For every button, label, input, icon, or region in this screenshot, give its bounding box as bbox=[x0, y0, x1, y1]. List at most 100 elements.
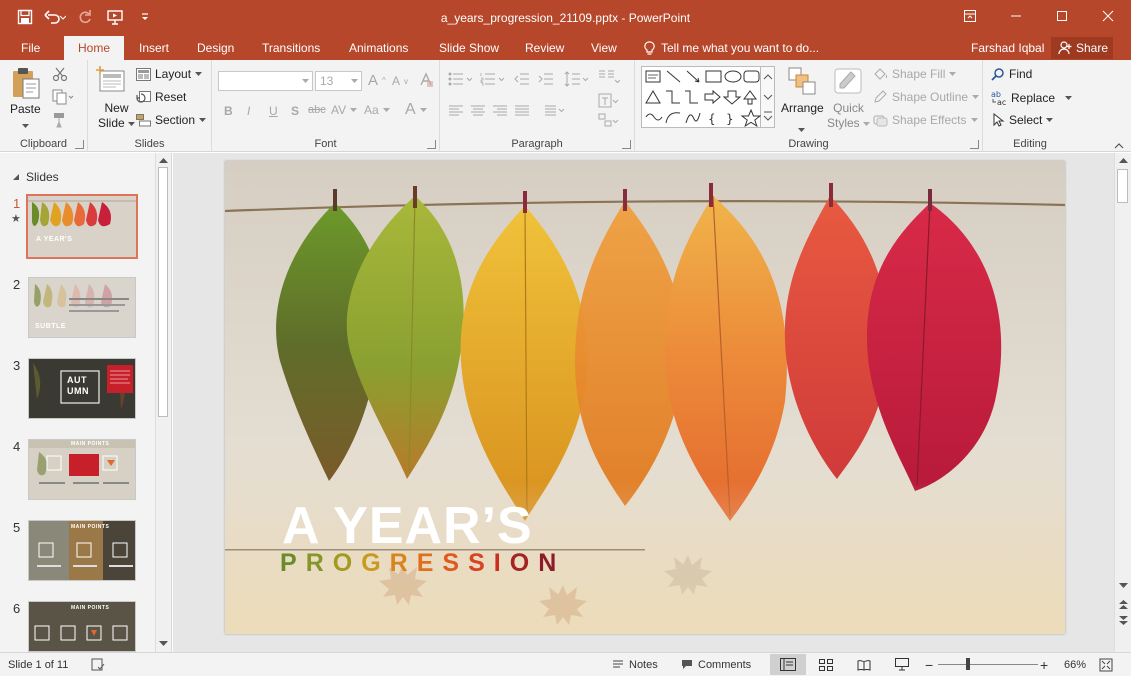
align-columns-icon[interactable] bbox=[544, 105, 568, 120]
shape-outline-button[interactable]: Shape Outline bbox=[873, 90, 980, 104]
font-color-button[interactable]: A bbox=[405, 101, 427, 119]
arrange-dropdown-icon[interactable] bbox=[798, 122, 805, 136]
arrange-icon[interactable] bbox=[787, 66, 817, 99]
copy-icon[interactable] bbox=[52, 89, 74, 108]
scroll-down-icon[interactable] bbox=[159, 641, 168, 647]
slide-thumbnail-row[interactable]: 1 ★ A YEAR'S bbox=[0, 194, 160, 262]
spelling-check-icon[interactable] bbox=[91, 653, 105, 676]
slide-thumbnail[interactable]: SUBTLE bbox=[28, 277, 136, 338]
character-spacing-button[interactable]: AV bbox=[331, 103, 358, 117]
arrange-button[interactable]: Arrange bbox=[781, 101, 824, 116]
shape-fill-button[interactable]: Shape Fill bbox=[873, 67, 957, 81]
slide-show-view-button[interactable] bbox=[884, 654, 920, 675]
close-icon[interactable] bbox=[1085, 0, 1131, 32]
comments-button[interactable]: Comments bbox=[681, 653, 751, 676]
strikethrough-button[interactable]: abc bbox=[308, 104, 326, 116]
next-slide-icon[interactable] bbox=[1119, 615, 1128, 626]
align-left-icon[interactable] bbox=[448, 105, 464, 120]
slide-thumbnail-row[interactable]: 2 SUBTLE bbox=[0, 277, 160, 343]
zoom-slider-track[interactable] bbox=[938, 664, 1038, 665]
slide-area-scrollbar[interactable] bbox=[1114, 153, 1131, 652]
tab-view[interactable]: View bbox=[580, 36, 628, 60]
paste-button[interactable]: Paste bbox=[10, 102, 41, 117]
previous-slide-icon[interactable] bbox=[1119, 599, 1128, 610]
slide-thumbnail-row[interactable]: 5 MAIN POINTS bbox=[0, 520, 160, 586]
font-name-dropdown-icon[interactable] bbox=[298, 72, 312, 90]
slide-thumbnail[interactable]: MAIN POINTS bbox=[28, 601, 136, 652]
numbering-icon[interactable] bbox=[480, 72, 506, 89]
underline-button[interactable]: U bbox=[269, 104, 278, 118]
clear-formatting-icon[interactable] bbox=[418, 72, 434, 91]
drawing-launcher-icon[interactable] bbox=[970, 140, 979, 149]
font-size-dropdown-icon[interactable] bbox=[347, 72, 361, 90]
paragraph-launcher-icon[interactable] bbox=[622, 140, 631, 149]
section-button[interactable]: Section bbox=[136, 113, 207, 127]
text-shadow-button[interactable]: S bbox=[291, 104, 299, 118]
layout-button[interactable]: Layout bbox=[136, 67, 203, 81]
zoom-out-icon[interactable]: − bbox=[925, 653, 933, 676]
scroll-up-icon[interactable] bbox=[159, 157, 168, 163]
tab-design[interactable]: Design bbox=[186, 36, 245, 60]
notes-button[interactable]: Notes bbox=[612, 653, 658, 676]
font-launcher-icon[interactable] bbox=[427, 140, 436, 149]
new-slide-button[interactable]: New Slide bbox=[98, 101, 136, 131]
tab-home[interactable]: Home bbox=[64, 36, 124, 60]
collapse-ribbon-icon[interactable] bbox=[1114, 138, 1124, 152]
normal-view-button[interactable] bbox=[770, 654, 806, 675]
change-case-button[interactable]: Aa bbox=[364, 103, 390, 117]
zoom-in-icon[interactable]: + bbox=[1040, 653, 1048, 676]
ribbon-display-options-icon[interactable] bbox=[947, 0, 993, 32]
cut-icon[interactable] bbox=[52, 66, 68, 85]
format-painter-icon[interactable] bbox=[52, 112, 68, 131]
replace-button[interactable]: ab ac Replace bbox=[991, 90, 1073, 106]
slide-count-status[interactable]: Slide 1 of 11 bbox=[8, 653, 68, 676]
scroll-up-icon[interactable] bbox=[1119, 157, 1128, 163]
decrease-font-size-button[interactable]: Av bbox=[392, 74, 408, 88]
tab-insert[interactable]: Insert bbox=[128, 36, 180, 60]
font-size-combobox[interactable]: 13 bbox=[315, 71, 362, 91]
slide-thumbnail[interactable]: MAIN POINTS bbox=[28, 520, 136, 581]
justify-icon[interactable] bbox=[514, 105, 530, 120]
thumbnail-scroll-thumb[interactable] bbox=[158, 167, 168, 417]
slide-thumbnail[interactable]: AUT UMN bbox=[28, 358, 136, 419]
font-name-combobox[interactable] bbox=[218, 71, 313, 91]
align-right-icon[interactable] bbox=[492, 105, 508, 120]
align-center-icon[interactable] bbox=[470, 105, 486, 120]
minimize-icon[interactable] bbox=[993, 0, 1039, 32]
reading-view-button[interactable] bbox=[846, 654, 882, 675]
reset-button[interactable]: Reset bbox=[136, 90, 186, 104]
bold-button[interactable]: B bbox=[224, 104, 233, 118]
line-spacing-icon[interactable] bbox=[564, 71, 590, 90]
slide-thumbnail-row[interactable]: 4 MAIN POINTS bbox=[0, 439, 160, 505]
slide-thumbnail[interactable]: A YEAR'S bbox=[26, 194, 138, 259]
current-slide[interactable]: A YEAR’S PROGRESSION bbox=[225, 161, 1065, 634]
quick-styles-button[interactable]: Quick Styles bbox=[827, 101, 871, 131]
shape-effects-button[interactable]: Shape Effects bbox=[873, 113, 978, 127]
shapes-gallery[interactable]: { } bbox=[641, 66, 762, 128]
paste-dropdown-icon[interactable] bbox=[22, 118, 29, 132]
smartart-icon[interactable] bbox=[598, 113, 620, 132]
tab-file[interactable]: File bbox=[10, 36, 51, 60]
thumbnail-pane-scrollbar[interactable] bbox=[155, 153, 170, 652]
columns-icon[interactable] bbox=[598, 69, 621, 88]
zoom-slider-thumb[interactable] bbox=[966, 658, 970, 670]
slide-title[interactable]: A YEAR’S bbox=[282, 496, 533, 556]
tab-slide-show[interactable]: Slide Show bbox=[428, 36, 510, 60]
user-name[interactable]: Farshad Iqbal bbox=[971, 36, 1044, 60]
increase-font-size-button[interactable]: A ^ bbox=[368, 72, 386, 89]
clipboard-launcher-icon[interactable] bbox=[75, 140, 84, 149]
slide-subtitle[interactable]: PROGRESSION bbox=[280, 549, 565, 578]
tab-transitions[interactable]: Transitions bbox=[251, 36, 331, 60]
slide-sorter-view-button[interactable] bbox=[808, 654, 844, 675]
slide-thumbnail[interactable]: MAIN POINTS bbox=[28, 439, 136, 500]
scroll-down-icon[interactable] bbox=[1119, 583, 1128, 589]
italic-button[interactable]: I bbox=[247, 104, 250, 118]
fit-to-window-icon[interactable] bbox=[1099, 653, 1113, 676]
shapes-gallery-scroll[interactable] bbox=[761, 66, 775, 128]
paste-icon[interactable] bbox=[10, 66, 42, 103]
maximize-icon[interactable] bbox=[1039, 0, 1085, 32]
slide-thumbnail-row[interactable]: 3 AUT UMN bbox=[0, 358, 160, 424]
select-button[interactable]: Select bbox=[991, 113, 1054, 127]
decrease-indent-icon[interactable] bbox=[514, 72, 530, 89]
quick-styles-icon[interactable] bbox=[833, 66, 863, 101]
